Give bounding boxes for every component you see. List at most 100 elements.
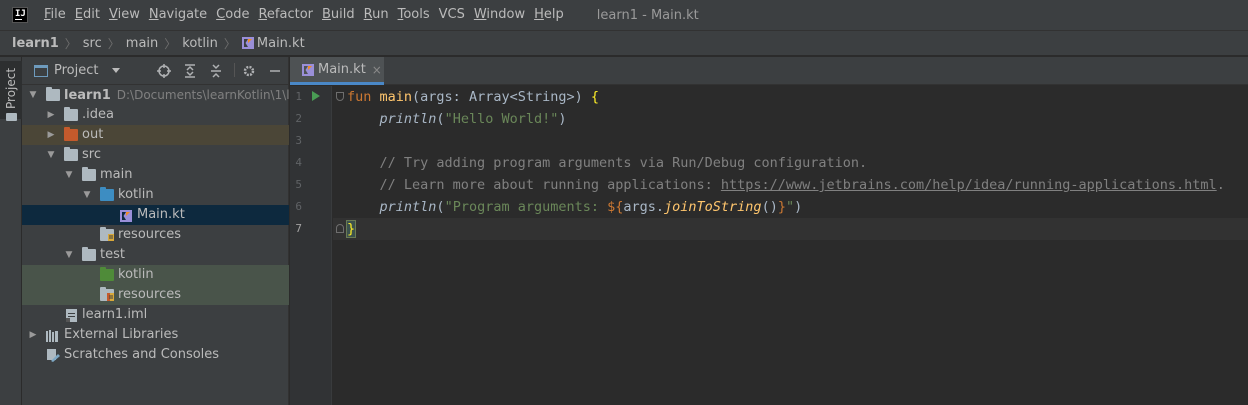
line-number: 4: [295, 156, 302, 169]
chevron-right-icon: 〉: [223, 36, 236, 51]
window-title: learn1 - Main.kt: [596, 7, 699, 23]
excluded-folder-icon: [64, 127, 78, 141]
code-line-1: fun main(args: Array<String>) {: [347, 89, 599, 105]
editor-gutter: 1 2 3 4 5 6 7: [290, 86, 332, 405]
line-number: 3: [295, 134, 302, 147]
tab-main-kt[interactable]: Main.kt ×: [290, 57, 384, 85]
folder-icon: [6, 113, 17, 121]
code-line-6: println("Program arguments: ${args.joinT…: [379, 199, 803, 215]
tree-item-main-kt[interactable]: Main.kt: [22, 205, 289, 225]
source-folder-icon: [100, 187, 114, 201]
tree-item-learn1-iml[interactable]: learn1.iml: [22, 305, 289, 325]
tree-item-label: test: [100, 247, 125, 262]
tree-item-kotlin-test[interactable]: kotlin: [22, 265, 289, 285]
menu-file[interactable]: File: [40, 0, 70, 30]
tree-item-out[interactable]: ▶ out: [22, 125, 289, 145]
hide-panel-icon[interactable]: [267, 63, 283, 79]
menu-build[interactable]: Build: [318, 0, 359, 30]
tree-item-path: D:\Documents\learnKotlin\1\learn1: [116, 88, 289, 102]
menu-bar: IJ File Edit View Navigate Code Refactor…: [0, 0, 1248, 30]
chevron-down-icon[interactable]: [112, 68, 121, 73]
breadcrumb-main[interactable]: main: [126, 36, 158, 51]
tree-item-src[interactable]: ▼ src: [22, 145, 289, 165]
chevron-down-icon[interactable]: ▼: [64, 165, 74, 185]
breadcrumb-file[interactable]: Main.kt: [257, 36, 305, 51]
project-panel: Project ▼ learn1 D:\Documents\learnKotlin…: [22, 57, 289, 405]
chevron-down-icon[interactable]: ▼: [28, 85, 38, 105]
code-line-7: }: [345, 220, 357, 238]
locate-file-icon[interactable]: [156, 63, 172, 79]
tree-item-label: learn1.iml: [82, 307, 148, 322]
tree-item-resources[interactable]: resources: [22, 225, 289, 245]
tree-item-learn1[interactable]: ▼ learn1 D:\Documents\learnKotlin\1\learn…: [22, 85, 289, 105]
expand-all-icon[interactable]: [182, 63, 198, 79]
run-icon[interactable]: [312, 91, 320, 101]
menu-run[interactable]: Run: [360, 0, 393, 30]
tree-item-label: resources: [118, 227, 182, 242]
folder-icon: [82, 247, 96, 261]
tree-item-label: out: [82, 127, 104, 142]
tree-item-label: Scratches and Consoles: [64, 347, 220, 362]
iml-file-icon: [66, 309, 77, 322]
menu-view[interactable]: View: [105, 0, 144, 30]
help-link[interactable]: https://www.jetbrains.com/help/idea/runn…: [721, 177, 1217, 193]
tree-item-main[interactable]: ▼ main: [22, 165, 289, 185]
kotlin-file-icon: [120, 209, 132, 222]
line-number-current: 7: [295, 222, 302, 235]
breadcrumb-src[interactable]: src: [83, 36, 102, 51]
fold-marker-icon[interactable]: [336, 92, 344, 101]
chevron-down-icon[interactable]: ▼: [64, 245, 74, 265]
tree-item-scratches[interactable]: Scratches and Consoles: [22, 345, 289, 365]
chevron-down-icon[interactable]: ▼: [82, 185, 92, 205]
fold-marker-icon[interactable]: [336, 224, 344, 233]
breadcrumb-project[interactable]: learn1: [12, 36, 59, 51]
folder-icon: [64, 107, 78, 121]
tree-item-test-resources[interactable]: resources: [22, 285, 289, 305]
tree-item-kotlin-source[interactable]: ▼ kotlin: [22, 185, 289, 205]
tree-item-test[interactable]: ▼ test: [22, 245, 289, 265]
library-icon: [46, 329, 60, 342]
line-number: 1: [295, 90, 302, 103]
line-number: 6: [295, 200, 302, 213]
code-editor[interactable]: fun main(args: Array<String>) { println(…: [333, 86, 1248, 405]
menu-help[interactable]: Help: [530, 0, 568, 30]
folder-icon: [82, 167, 96, 181]
menu-tools[interactable]: Tools: [394, 0, 434, 30]
project-tree: ▼ learn1 D:\Documents\learnKotlin\1\learn…: [22, 85, 289, 365]
chevron-down-icon[interactable]: ▼: [46, 145, 56, 165]
chevron-right-icon[interactable]: ▶: [46, 125, 56, 145]
tree-item-idea[interactable]: ▶ .idea: [22, 105, 289, 125]
tree-item-label: kotlin: [118, 267, 154, 282]
tree-item-external-libraries[interactable]: ▶ External Libraries: [22, 325, 289, 345]
chevron-right-icon[interactable]: ▶: [28, 325, 38, 345]
intellij-logo-icon: IJ: [12, 7, 28, 23]
chevron-right-icon: 〉: [64, 36, 77, 51]
line-number: 2: [295, 112, 302, 125]
module-folder-icon: [46, 87, 60, 101]
collapse-all-icon[interactable]: [208, 63, 224, 79]
test-resources-folder-icon: [100, 287, 114, 301]
caret-row-highlight: [333, 218, 1248, 240]
gear-icon[interactable]: [241, 63, 257, 79]
project-view-selector[interactable]: Project: [54, 63, 98, 78]
tree-item-label: External Libraries: [64, 327, 179, 342]
menu-code[interactable]: Code: [212, 0, 253, 30]
menu-refactor[interactable]: Refactor: [254, 0, 317, 30]
tree-item-label: .idea: [82, 107, 114, 122]
kotlin-file-icon: [241, 37, 254, 49]
menu-navigate[interactable]: Navigate: [145, 0, 211, 30]
breadcrumb-kotlin[interactable]: kotlin: [182, 36, 218, 51]
menu-edit[interactable]: Edit: [71, 0, 104, 30]
close-icon[interactable]: ×: [372, 63, 382, 77]
code-line-2: println("Hello World!"): [379, 111, 567, 127]
project-tool-tab-label: Project: [4, 67, 18, 109]
tree-item-label: main: [100, 167, 133, 182]
test-folder-icon: [100, 267, 114, 281]
project-view-icon: [34, 64, 48, 77]
menu-window[interactable]: Window: [470, 0, 529, 30]
code-line-4: // Try adding program arguments via Run/…: [379, 155, 868, 171]
tab-label: Main.kt: [318, 62, 366, 77]
project-tool-tab[interactable]: Project: [0, 61, 22, 121]
menu-vcs[interactable]: VCS: [435, 0, 469, 30]
chevron-right-icon[interactable]: ▶: [46, 105, 56, 125]
